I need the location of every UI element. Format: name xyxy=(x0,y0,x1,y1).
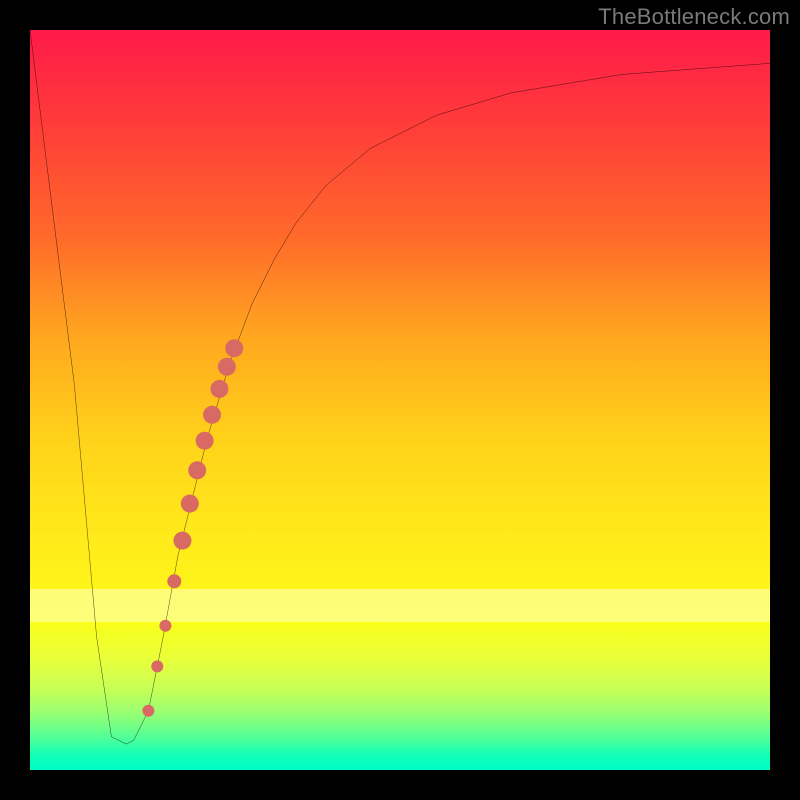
data-marker xyxy=(151,660,163,672)
data-markers xyxy=(142,339,243,717)
curve-svg xyxy=(30,30,770,770)
data-marker xyxy=(173,532,191,550)
attribution-text: TheBottleneck.com xyxy=(598,4,790,30)
data-marker xyxy=(196,432,214,450)
data-marker xyxy=(210,380,228,398)
data-marker xyxy=(203,406,221,424)
plot-area xyxy=(30,30,770,770)
chart-frame: TheBottleneck.com xyxy=(0,0,800,800)
highlight-band xyxy=(30,589,770,622)
data-marker xyxy=(188,461,206,479)
data-marker xyxy=(181,495,199,513)
data-marker xyxy=(159,620,171,632)
data-marker xyxy=(218,358,236,376)
data-marker xyxy=(225,339,243,357)
data-marker xyxy=(167,574,181,588)
bottleneck-curve xyxy=(30,30,770,744)
data-marker xyxy=(142,705,154,717)
